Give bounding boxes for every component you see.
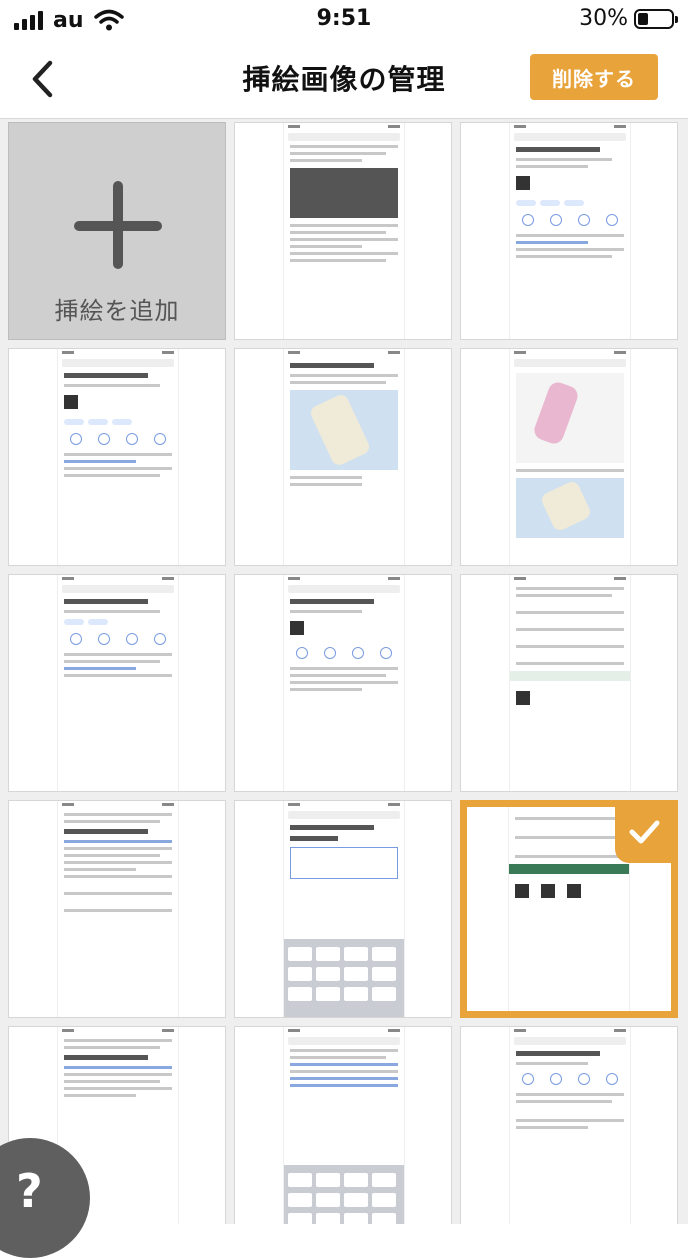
status-bar: au 9:51 30% [0, 0, 688, 40]
image-tile[interactable] [460, 574, 678, 792]
image-tile[interactable] [234, 800, 452, 1018]
add-illustration-label: 挿絵を追加 [54, 297, 180, 325]
thumbnail-image [510, 1027, 630, 1224]
checkmark-icon [629, 820, 660, 844]
image-tile[interactable] [8, 574, 226, 792]
image-tile[interactable] [234, 1026, 452, 1224]
thumbnail-image [510, 123, 630, 339]
thumbnail-image [284, 801, 404, 1017]
image-tile[interactable] [8, 348, 226, 566]
status-right: 30% [579, 6, 678, 31]
thumbnail-image [58, 801, 178, 1017]
battery-fill [638, 12, 648, 25]
thumbnail-image [284, 349, 404, 565]
battery-icon [634, 8, 678, 29]
thumbnail-image [510, 349, 630, 565]
thumbnail-image [58, 575, 178, 791]
image-tile-selected[interactable] [460, 800, 678, 1018]
thumbnail-image [284, 575, 404, 791]
add-illustration-tile[interactable]: 挿絵を追加 [8, 122, 226, 340]
delete-button[interactable]: 削除する [530, 54, 658, 100]
help-icon: ? [16, 1164, 43, 1218]
thumbnail-image [510, 575, 630, 791]
image-tile[interactable] [234, 348, 452, 566]
image-tile[interactable] [460, 348, 678, 566]
thumbnail-image [284, 123, 404, 339]
image-tile[interactable] [234, 122, 452, 340]
thumbnail-image [58, 349, 178, 565]
image-grid: 挿絵を追加 [0, 119, 688, 1224]
image-tile[interactable] [8, 800, 226, 1018]
thumbnail-image [509, 807, 629, 1011]
image-tile[interactable] [234, 574, 452, 792]
nav-bar: 挿絵画像の管理 削除する [0, 40, 688, 119]
battery-percent: 30% [579, 6, 628, 31]
image-tile[interactable] [460, 122, 678, 340]
image-tile[interactable] [460, 1026, 678, 1224]
thumbnail-image [284, 1027, 404, 1224]
